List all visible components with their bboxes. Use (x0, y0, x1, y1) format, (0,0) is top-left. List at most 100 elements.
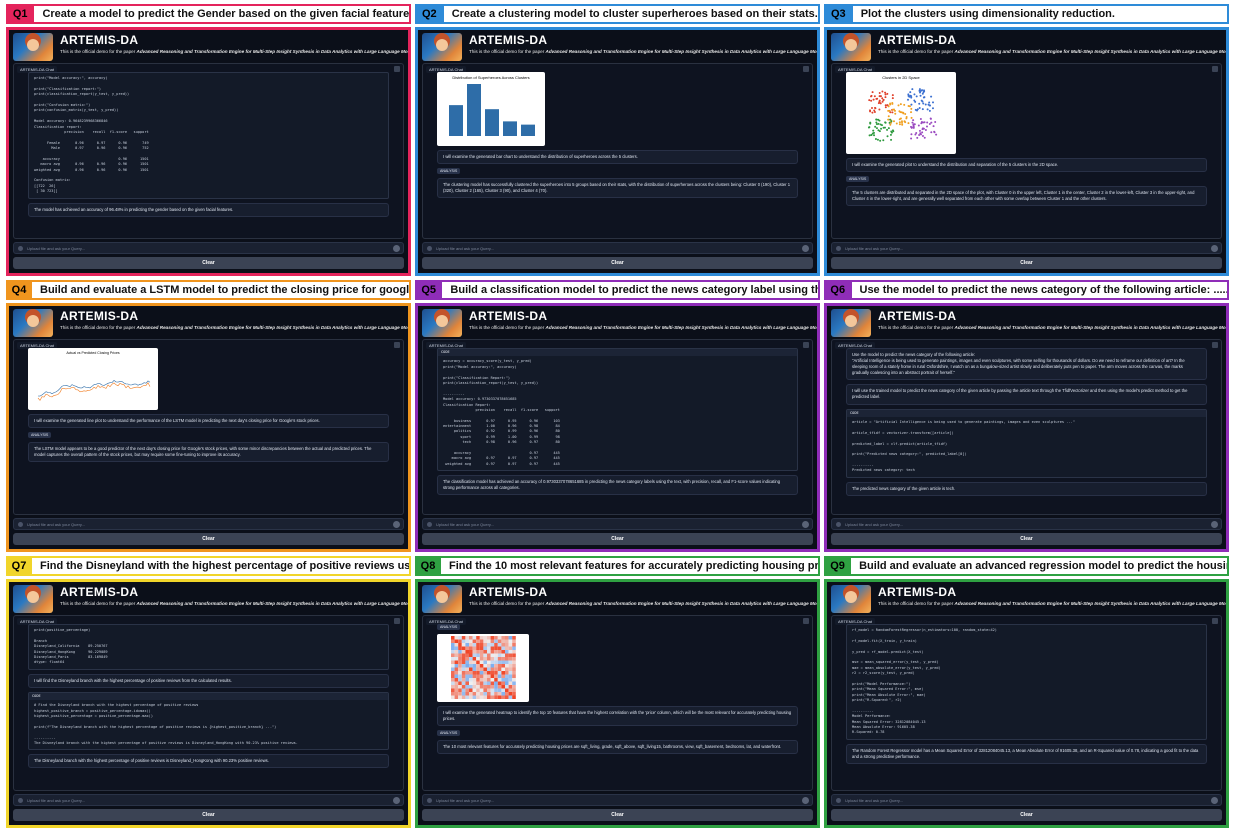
scatter-point (913, 93, 916, 96)
clear-button[interactable]: Clear (422, 257, 813, 269)
send-icon[interactable] (802, 245, 809, 252)
upload-icon[interactable] (18, 245, 23, 251)
chat-menu-icon[interactable] (1212, 342, 1218, 348)
demo-cell: Q6 Use the model to predict the news cate… (824, 280, 1229, 552)
heatmap-cell (490, 681, 495, 685)
scatter-point (919, 133, 922, 136)
chat-menu-icon[interactable] (1212, 66, 1218, 72)
send-icon[interactable] (802, 521, 809, 528)
upload-icon[interactable] (427, 521, 432, 527)
clear-button[interactable]: Clear (422, 533, 813, 545)
send-icon[interactable] (393, 521, 400, 528)
scatter-point (901, 121, 904, 124)
heatmap-cell (505, 653, 509, 657)
heatmap-cell (508, 650, 513, 654)
chat-window[interactable]: ARTEMIS-DA Chat print("Model accuracy:", … (13, 63, 404, 239)
upload-icon[interactable] (18, 521, 23, 527)
query-input[interactable]: Upload file and ask your Query... (422, 794, 813, 806)
clear-button[interactable]: Clear (13, 257, 404, 269)
upload-icon[interactable] (836, 797, 841, 803)
query-input[interactable]: Upload file and ask your Query... (831, 242, 1222, 254)
scatter-point (892, 120, 895, 123)
query-input[interactable]: Upload file and ask your Query... (13, 518, 404, 530)
scatter-point (877, 118, 880, 121)
heatmap-cell (487, 636, 491, 640)
query-placeholder: Upload file and ask your Query... (436, 521, 494, 527)
scatter-point (921, 128, 924, 131)
upload-icon[interactable] (427, 245, 432, 251)
chat-menu-icon[interactable] (1212, 618, 1218, 624)
chat-window[interactable]: ARTEMIS-DA Chat Actual vs Predicted Closi… (13, 339, 404, 515)
query-input[interactable]: Upload file and ask your Query... (422, 518, 813, 530)
heatmap-cell (476, 681, 480, 685)
heatmap-cell (469, 688, 473, 692)
clear-button[interactable]: Clear (831, 257, 1222, 269)
clear-button[interactable]: Clear (13, 533, 404, 545)
upload-icon[interactable] (427, 797, 432, 803)
chat-menu-icon[interactable] (394, 618, 400, 624)
chat-menu-icon[interactable] (803, 618, 809, 624)
heatmap-cell (501, 671, 505, 675)
query-placeholder: Upload file and ask your Query... (27, 521, 85, 527)
chat-menu-icon[interactable] (803, 342, 809, 348)
code-block-header[interactable]: CODE (847, 409, 1206, 417)
analysis-toggle[interactable]: ANALYSIS (28, 432, 52, 439)
analysis-toggle[interactable]: ANALYSIS (846, 176, 870, 183)
scatter-point (891, 108, 894, 111)
assistant-answer: The clustering model has successfully cl… (437, 178, 798, 199)
analysis-toggle[interactable]: ANALYSIS (437, 168, 461, 175)
code-block-header[interactable]: CODE (438, 349, 797, 357)
query-input[interactable]: Upload file and ask your Query... (13, 242, 404, 254)
chat-window[interactable]: ARTEMIS-DA Chat print(positive_percentage… (13, 615, 404, 791)
analysis-toggle[interactable]: ANALYSIS (437, 730, 461, 737)
query-input[interactable]: Upload file and ask your Query... (422, 242, 813, 254)
clear-button[interactable]: Clear (831, 533, 1222, 545)
artemis-logo (831, 33, 871, 61)
chat-window[interactable]: ARTEMIS-DA Chat ANALYSIS I will examine th… (422, 615, 813, 791)
chat-window[interactable]: ARTEMIS-DA Chat rf_model = RandomForestRe… (831, 615, 1222, 791)
scatter-point (884, 121, 887, 124)
upload-icon[interactable] (836, 245, 841, 251)
scatter-point (882, 139, 885, 142)
scatter-point (934, 121, 937, 124)
chat-window[interactable]: ARTEMIS-DA Chat Distribution of Superhero… (422, 63, 813, 239)
app-screenshot-panel: ARTEMIS-DA This is the official demo for … (824, 27, 1229, 276)
heatmap-cell (501, 688, 505, 692)
chat-menu-icon[interactable] (394, 66, 400, 72)
scatter-point (935, 133, 938, 136)
clear-button[interactable]: Clear (422, 809, 813, 821)
scatter-point (869, 122, 872, 125)
clear-button[interactable]: Clear (831, 809, 1222, 821)
send-icon[interactable] (1211, 245, 1218, 252)
query-input[interactable]: Upload file and ask your Query... (831, 518, 1222, 530)
code-block-header[interactable]: CODE (29, 692, 388, 701)
send-icon[interactable] (1211, 797, 1218, 804)
chat-menu-icon[interactable] (803, 66, 809, 72)
scatter-point (874, 137, 877, 140)
heatmap-cell (512, 653, 516, 657)
heatmap-cell (497, 664, 502, 668)
assistant-answer: The 5 clusters are distributed and separ… (846, 186, 1207, 207)
scatter-point (881, 97, 884, 100)
heatmap-cell (490, 671, 495, 675)
chat-window[interactable]: ARTEMIS-DA Chat Clusters in 2D Space I wil… (831, 63, 1222, 239)
analysis-toggle[interactable]: ANALYSIS (437, 624, 461, 630)
send-icon[interactable] (393, 245, 400, 252)
chat-menu-icon[interactable] (394, 342, 400, 348)
heatmap-cell (494, 653, 498, 657)
clear-button[interactable]: Clear (13, 809, 404, 821)
heatmap-cell (472, 695, 477, 699)
send-icon[interactable] (393, 797, 400, 804)
send-icon[interactable] (802, 797, 809, 804)
query-input[interactable]: Upload file and ask your Query... (13, 794, 404, 806)
query-input[interactable]: Upload file and ask your Query... (831, 794, 1222, 806)
heatmap-cell (512, 688, 516, 692)
upload-icon[interactable] (836, 521, 841, 527)
upload-icon[interactable] (18, 797, 23, 803)
send-icon[interactable] (1211, 521, 1218, 528)
chat-window[interactable]: ARTEMIS-DA Chat CODE accuracy = accuracy_s… (422, 339, 813, 515)
chat-window[interactable]: ARTEMIS-DA Chat Use the model to predict … (831, 339, 1222, 515)
scatter-point (875, 127, 878, 130)
scatter-point (912, 123, 915, 126)
heatmap-cell (465, 664, 469, 668)
